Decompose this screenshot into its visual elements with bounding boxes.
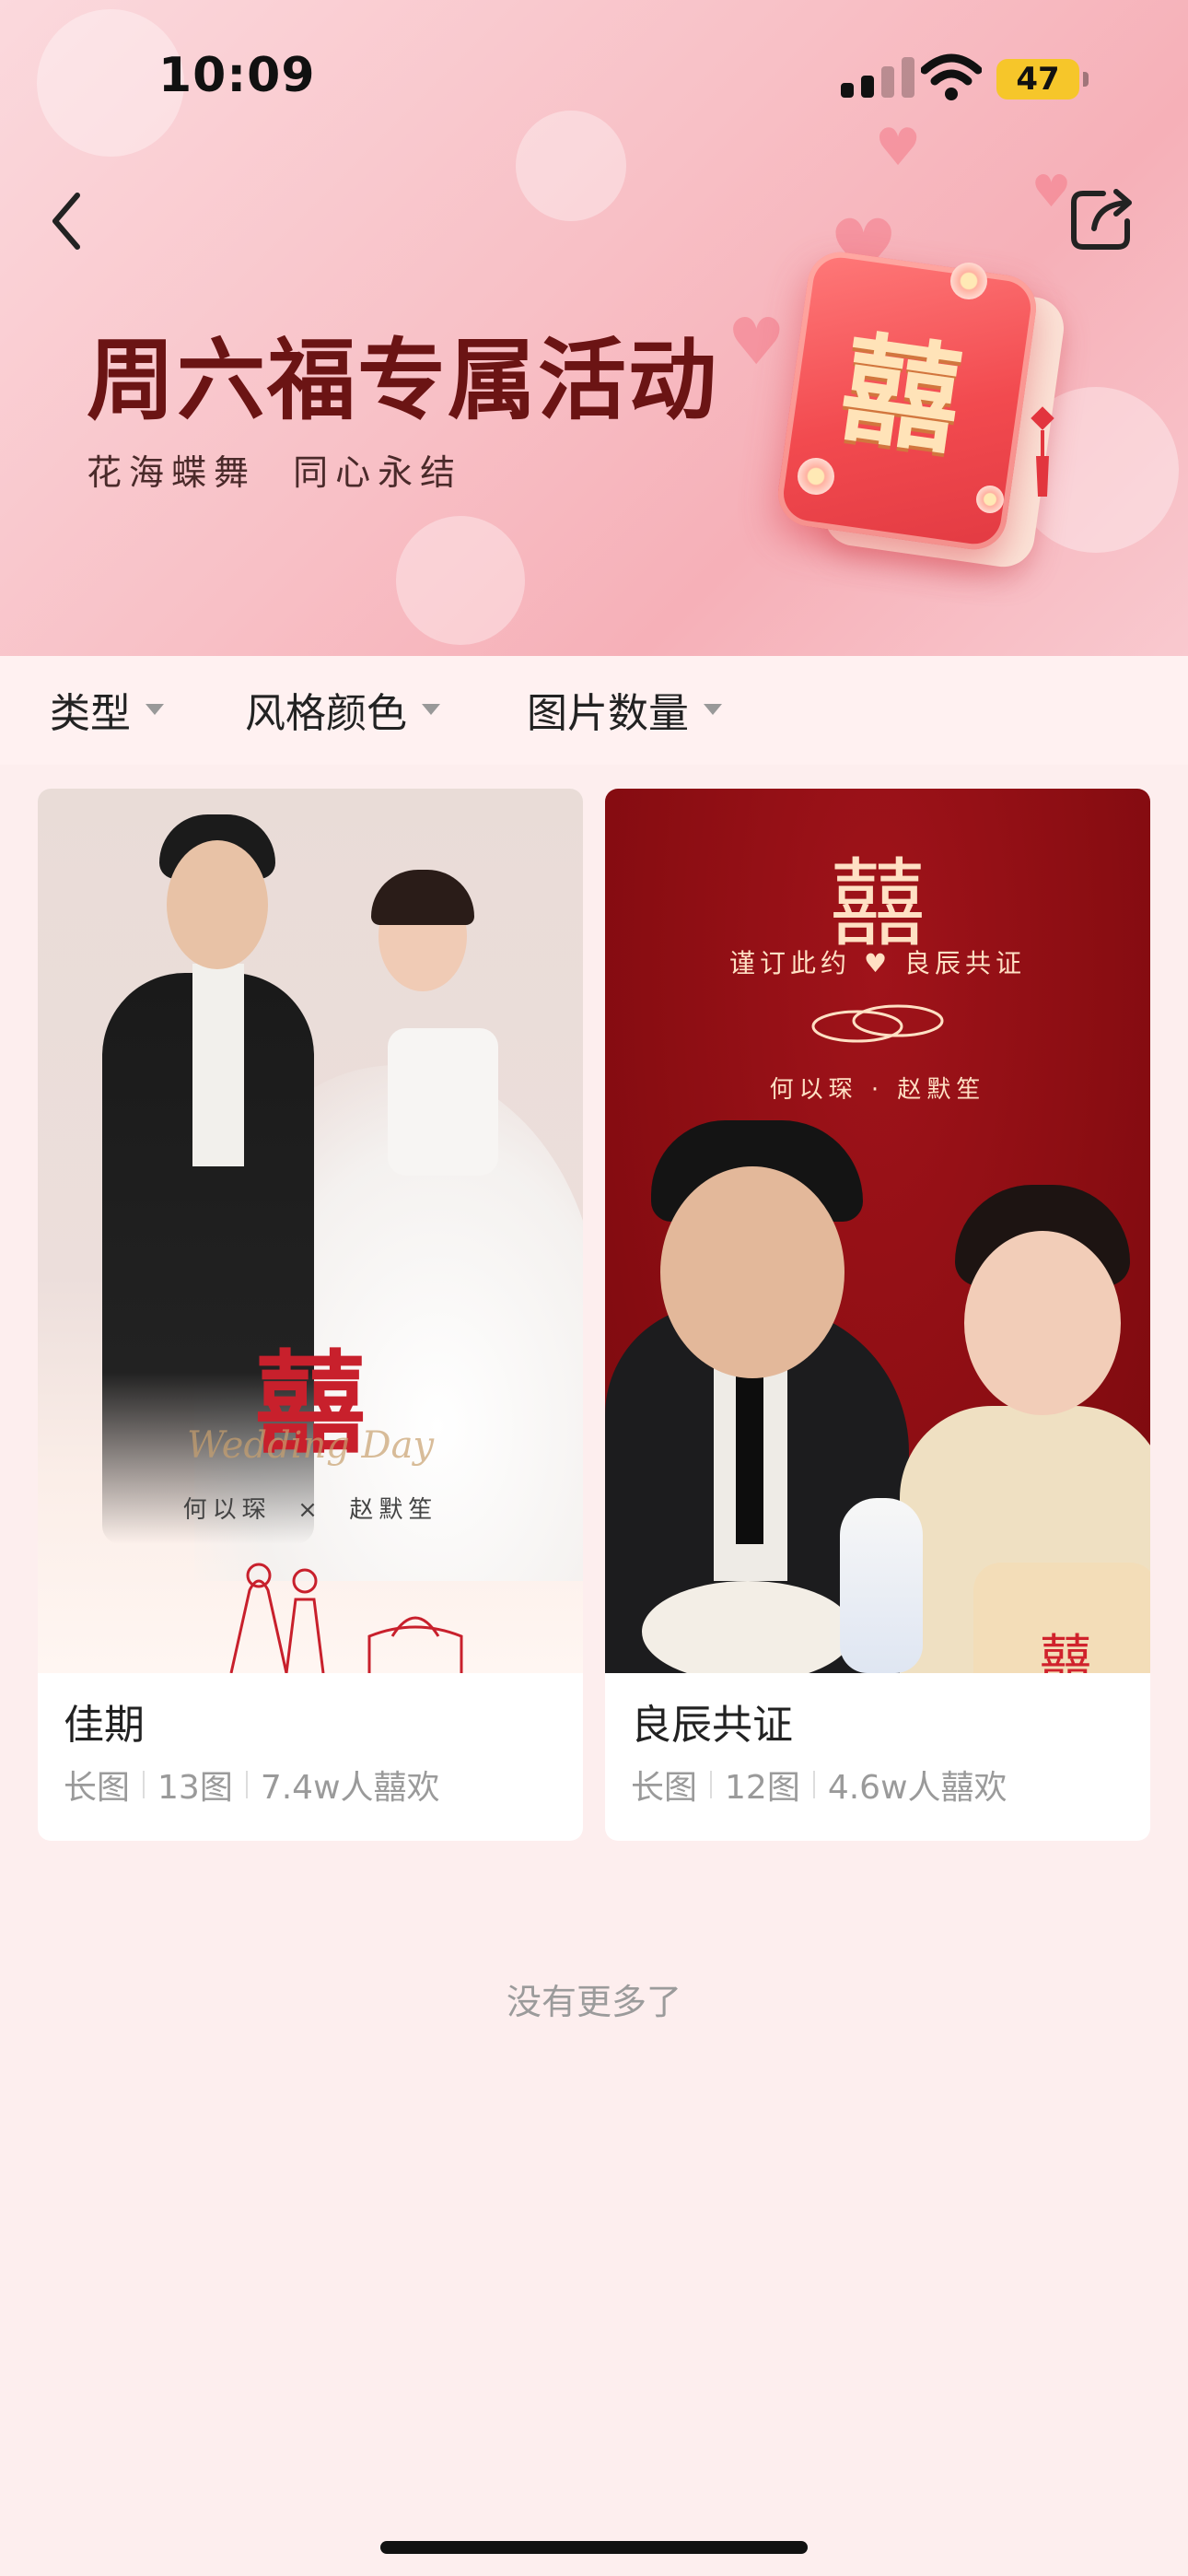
pastry-plate [642,1581,854,1673]
groom-tie [736,1360,763,1544]
meta-image-count: 12图 [725,1769,800,1807]
banner-title: 周六福专属活动 [87,329,718,432]
card-title: 良辰共证 [631,1702,793,1749]
groom-face [660,1166,844,1378]
divider [143,1771,146,1798]
meta-image-count: 13图 [157,1769,233,1807]
caret-down-icon [422,704,440,715]
bokeh-decoration [516,111,626,221]
caret-down-icon [704,704,722,715]
filter-bar: 类型 风格颜色 图片数量 [0,656,1188,765]
divider [710,1771,713,1798]
filter-label: 图片数量 [527,690,689,737]
couple-sketch-icon [229,1563,463,1673]
meta-likes: 7.4w人囍欢 [260,1769,440,1807]
rings-icon [811,1004,944,1043]
chevron-left-icon[interactable] [41,184,96,258]
double-happiness-emblem: 囍 [833,318,970,473]
filter-label: 风格颜色 [245,690,407,737]
activity-banner: ♥ ♥ ♥ ♥ 10:09 47 周六福专属活动 花海蝶舞 同心永结 囍 [0,0,1188,656]
heart-icon: ♥ [1031,166,1072,217]
cup-emblem: 囍 [1040,1630,1091,1673]
flower-icon [950,263,987,299]
red-envelope-emblem: 囍 [774,244,1077,576]
heart-icon: ♥ [875,118,922,178]
filter-type[interactable]: 类型 [50,682,164,737]
template-card[interactable]: 囍 Wedding Day 何以琛 × 赵默笙 佳期 长图 13图 7.4w人囍… [38,789,583,1841]
template-thumbnail[interactable]: 囍 谨订此约 ♥ 良辰共证 何以琛 · 赵默笙 囍 [605,789,1150,1673]
card-title: 佳期 [64,1702,145,1749]
flower-vase [840,1498,923,1673]
groom-face [167,840,268,969]
meta-layout: 长图 [631,1769,698,1807]
no-more-text: 没有更多了 [506,1982,681,2022]
flower-icon [798,458,834,495]
banner-subtitle: 花海蝶舞 同心永结 [87,452,463,493]
divider [245,1771,248,1798]
filter-label: 类型 [50,690,131,737]
bokeh-decoration [396,516,525,645]
meta-likes: 4.6w人囍欢 [827,1769,1007,1807]
bride-hair [371,870,474,925]
groom-shirt [192,964,244,1166]
battery-indicator: 47 [996,59,1089,100]
tagline: 谨订此约 ♥ 良辰共证 [729,948,1026,978]
bride-bodice [388,1028,498,1176]
chinese-knot-icon [1031,406,1054,497]
card-meta: 长图 12图 4.6w人囍欢 [631,1762,1007,1808]
couple-names: 何以琛 × 赵默笙 [182,1496,438,1524]
caret-down-icon [146,704,164,715]
flower-icon [976,486,1004,513]
filter-style-color[interactable]: 风格颜色 [245,682,440,737]
couple-names: 何以琛 · 赵默笙 [769,1076,986,1104]
template-card[interactable]: 囍 谨订此约 ♥ 良辰共证 何以琛 · 赵默笙 囍 良辰共证 长图 12图 4.… [605,789,1150,1841]
card-meta: 长图 13图 7.4w人囍欢 [64,1762,440,1808]
bride-face [964,1231,1121,1415]
wifi-icon [921,53,982,100]
template-thumbnail[interactable]: 囍 Wedding Day 何以琛 × 赵默笙 [38,789,583,1673]
status-time: 10:09 [158,48,316,103]
filter-image-count[interactable]: 图片数量 [527,682,722,737]
divider [812,1771,815,1798]
meta-layout: 长图 [64,1769,131,1807]
cellular-signal-icon [841,57,924,98]
wedding-day-script: Wedding Day [186,1424,435,1467]
home-indicator[interactable] [380,2541,808,2554]
